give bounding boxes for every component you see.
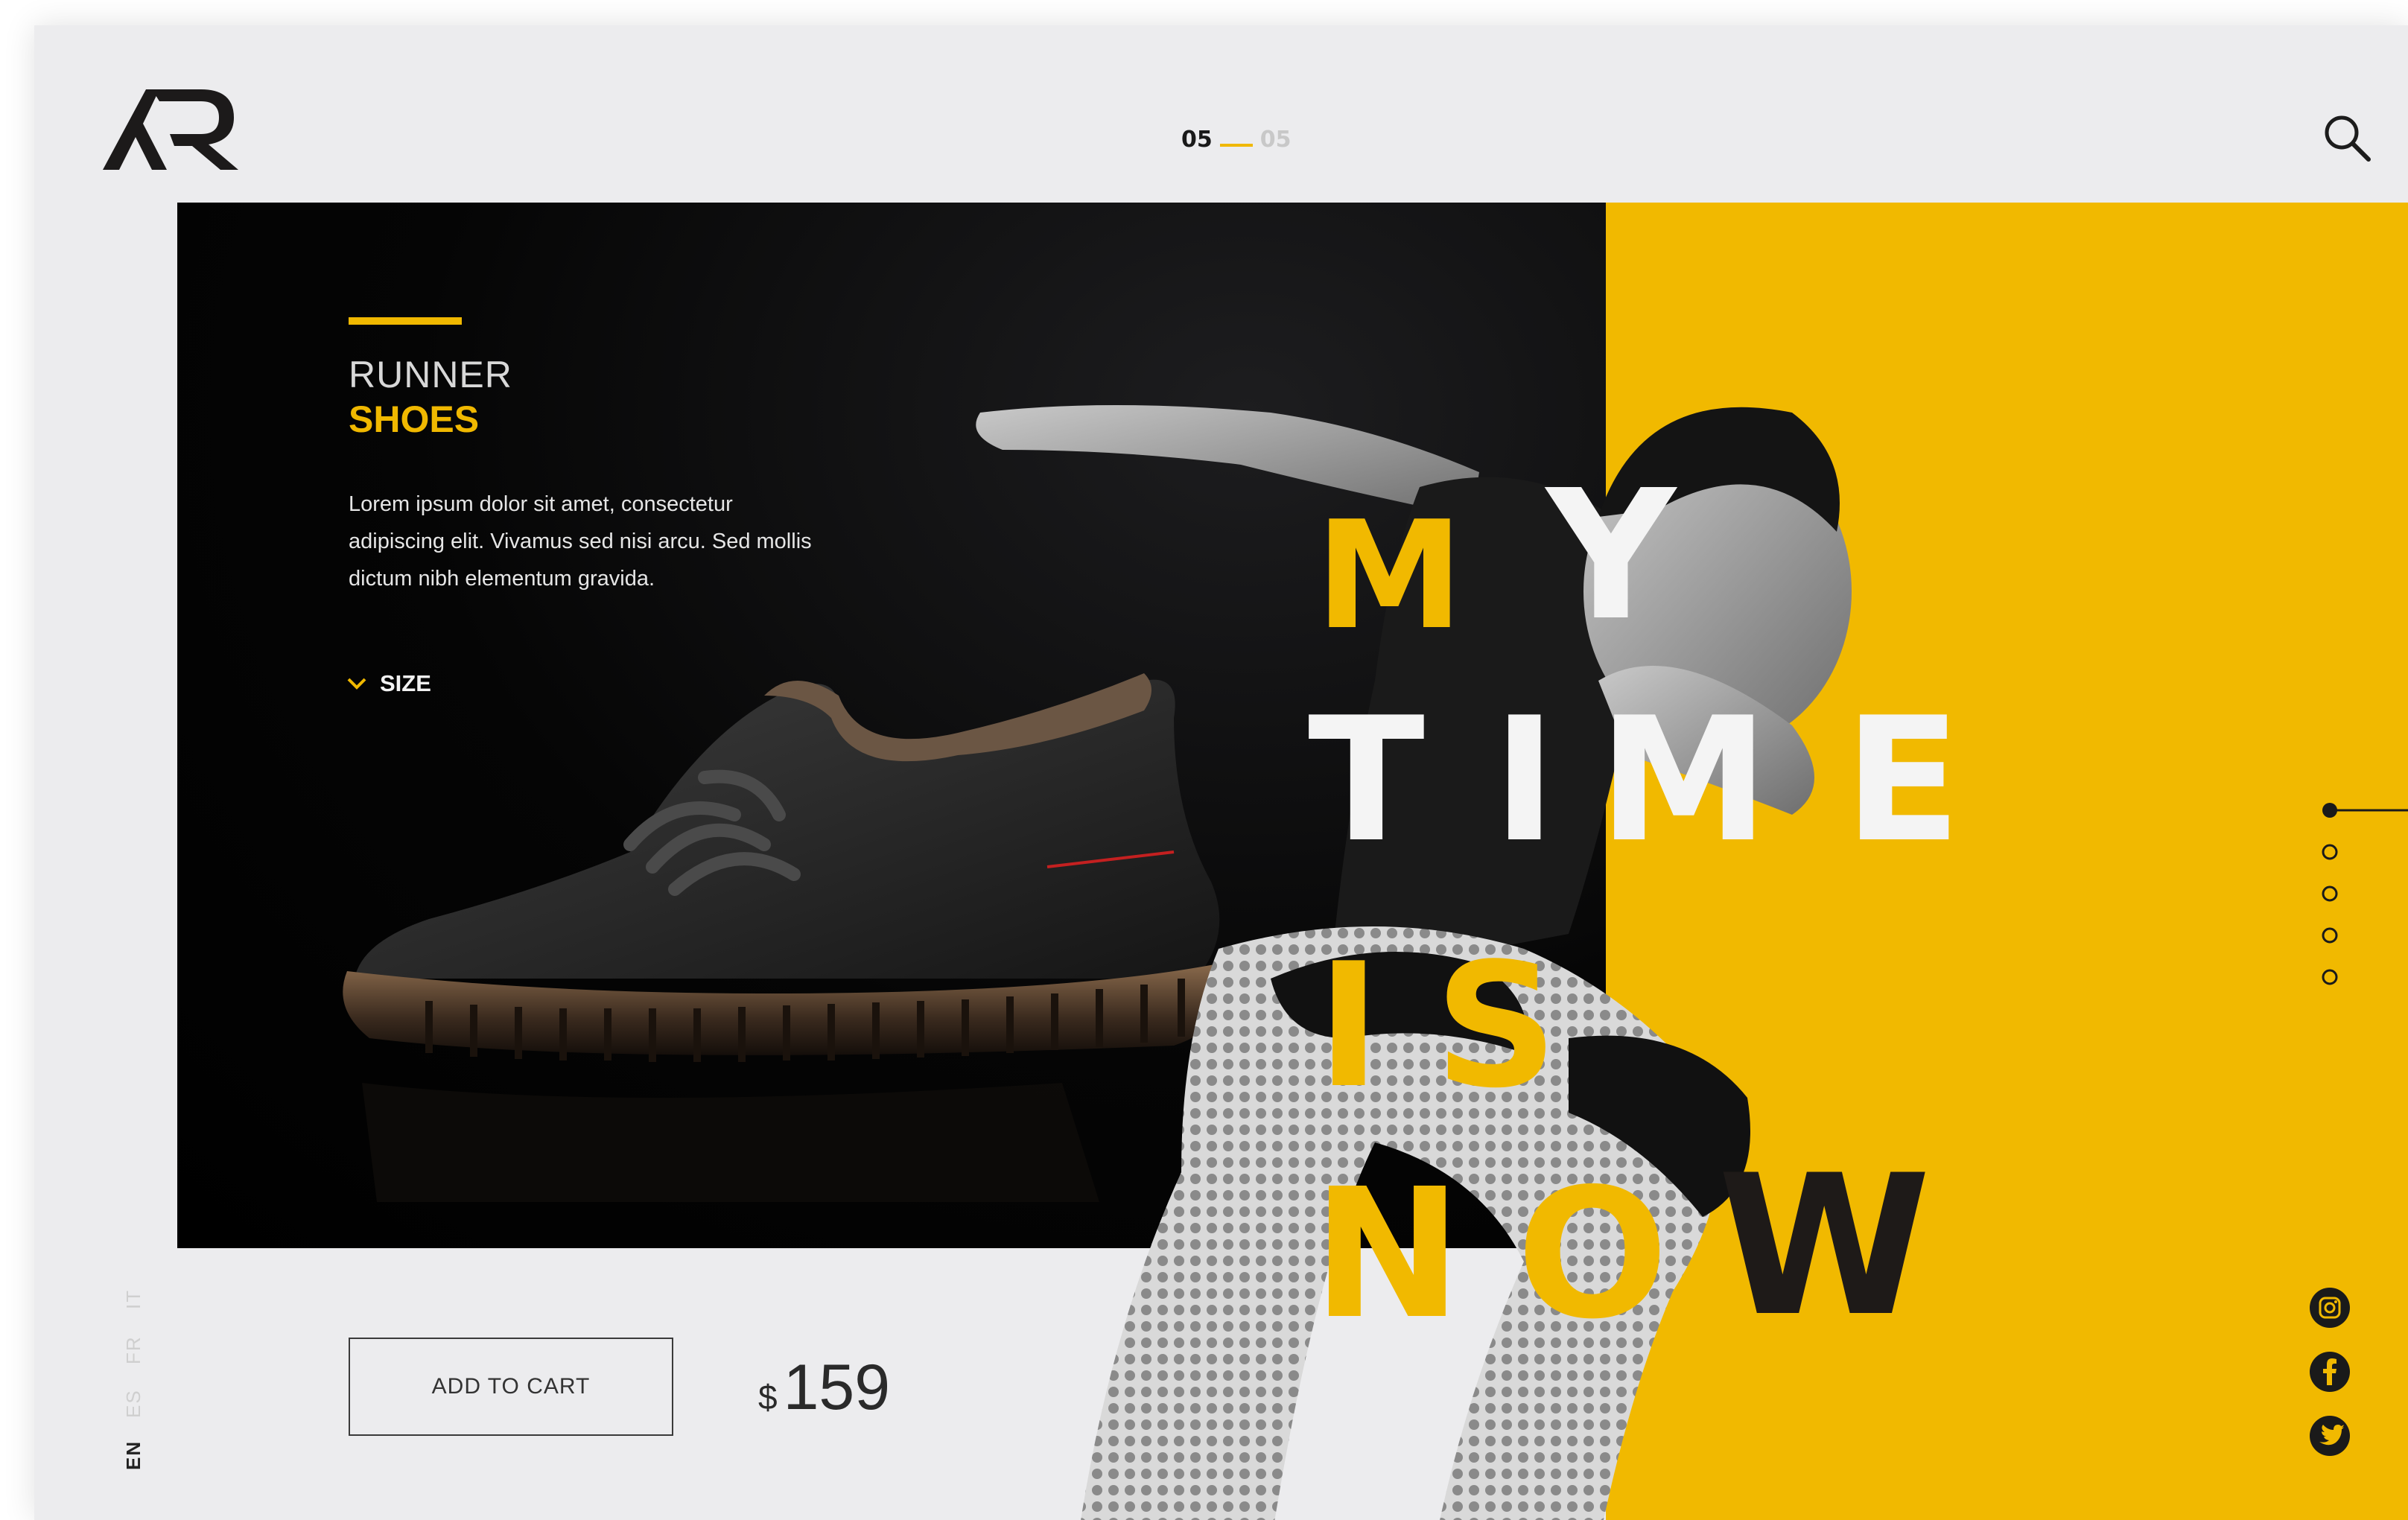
- slide-pager: 05 05: [1181, 121, 1292, 158]
- language-option-en[interactable]: EN: [122, 1440, 145, 1470]
- pager-total: 05: [1259, 126, 1292, 153]
- headline-letter: M: [1315, 489, 1464, 663]
- slider-dot[interactable]: [2322, 969, 2338, 985]
- headline-letter: I: [1493, 681, 1557, 880]
- facebook-icon[interactable]: [2309, 1351, 2351, 1393]
- search-icon[interactable]: [2321, 112, 2373, 164]
- pager-separator: [1219, 144, 1253, 147]
- social-links: [2309, 1287, 2354, 1479]
- headline-letter: T: [1308, 681, 1425, 880]
- slider-dot[interactable]: [2322, 885, 2338, 902]
- price-amount: 159: [783, 1352, 891, 1423]
- slider-dot[interactable]: [2322, 927, 2338, 944]
- language-switcher: EN ES FR IT: [122, 1284, 152, 1478]
- title-accent-line: [349, 317, 462, 325]
- headline-letter: O: [1516, 1150, 1669, 1358]
- headline-letter: I: [1317, 927, 1381, 1126]
- language-option-es[interactable]: ES: [122, 1389, 145, 1418]
- product-price: $ 159: [758, 1351, 890, 1425]
- slider-dot[interactable]: [2322, 844, 2338, 860]
- instagram-icon[interactable]: [2309, 1287, 2351, 1329]
- slider-dot-active[interactable]: [2322, 803, 2337, 818]
- pager-current: 05: [1181, 126, 1213, 153]
- language-option-it[interactable]: IT: [122, 1289, 145, 1309]
- headline-letter: N: [1312, 1150, 1462, 1358]
- slider-dots: [2322, 803, 2408, 985]
- brand-logo[interactable]: [97, 82, 246, 174]
- headline-letter: W: [1718, 1134, 1931, 1359]
- price-currency: $: [758, 1378, 778, 1416]
- page-card: 05 05 RUNNER SHOES Lorem ipsum dolor sit…: [34, 25, 2408, 1520]
- headline-letter: E: [1844, 681, 1962, 880]
- twitter-icon[interactable]: [2309, 1415, 2351, 1457]
- headline-letter: Y: [1546, 451, 1676, 660]
- add-to-cart-button[interactable]: ADD TO CART: [349, 1338, 673, 1436]
- language-option-fr[interactable]: FR: [122, 1335, 145, 1364]
- headline-letter: M: [1598, 681, 1769, 880]
- product-title-line2: SHOES: [349, 398, 480, 440]
- product-description: Lorem ipsum dolor sit amet, consectetur …: [349, 492, 812, 591]
- headline-letter: S: [1435, 927, 1558, 1126]
- product-title-line1: RUNNER: [349, 354, 512, 395]
